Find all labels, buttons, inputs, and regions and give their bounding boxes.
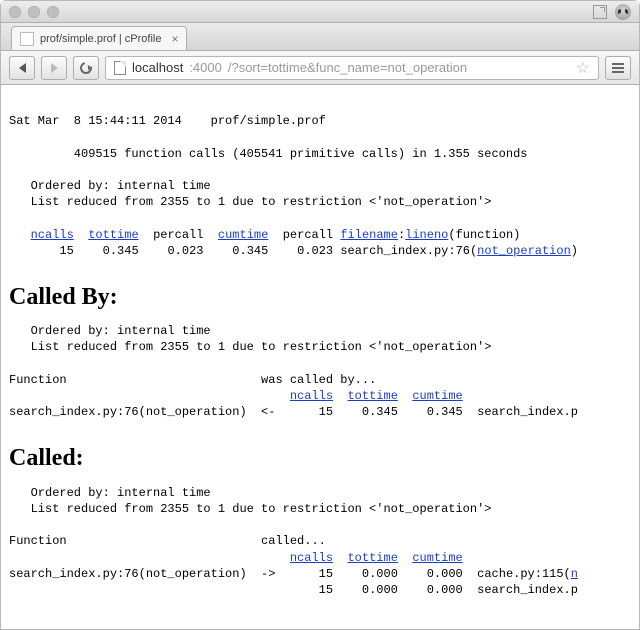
called-col-cumtime[interactable]: cumtime	[412, 551, 462, 565]
stats-ordered-line: Ordered by: internal time	[9, 179, 211, 193]
row-ncalls: 15	[59, 244, 73, 258]
col-header-lineno[interactable]: lineno	[405, 228, 448, 242]
called-r2-ncalls: 15	[319, 583, 333, 597]
col-header-filename[interactable]: filename	[340, 228, 398, 242]
called-by-cumtime: 0.345	[427, 405, 463, 419]
row-percall2: 0.023	[297, 244, 333, 258]
page-favicon-icon	[20, 32, 34, 46]
close-tab-icon[interactable]: ×	[171, 32, 178, 46]
called-by-heading: Called By:	[9, 281, 631, 313]
row-percall1: 0.023	[167, 244, 203, 258]
col-header-percall2: percall	[283, 228, 333, 242]
called-heading: Called:	[9, 442, 631, 474]
page-content: Sat Mar 8 15:44:11 2014 prof/simple.prof…	[1, 85, 639, 606]
called-col-ncalls[interactable]: ncalls	[290, 551, 333, 565]
stats-reduced-line: List reduced from 2355 to 1 due to restr…	[9, 195, 491, 209]
bookmark-star-icon[interactable]: ☆	[576, 58, 590, 78]
tab-title: prof/simple.prof | cProfile	[40, 33, 161, 45]
called-r2-callee: search_index.p	[477, 583, 578, 597]
row-func-link[interactable]: not_operation	[477, 244, 571, 258]
called-r1-tottime: 0.000	[362, 567, 398, 581]
window-titlebar	[1, 1, 639, 23]
called-r1-ncalls: 15	[319, 567, 333, 581]
url-port: :4000	[189, 60, 222, 75]
called-by-ordered: Ordered by: internal time	[9, 324, 211, 338]
col-header-cumtime[interactable]: cumtime	[218, 228, 268, 242]
called-by-arrow: <-	[261, 405, 275, 419]
tab-bar: prof/simple.prof | cProfile ×	[1, 23, 639, 51]
arrow-right-icon	[51, 63, 58, 73]
called-by-col-tottime[interactable]: tottime	[347, 389, 397, 403]
called-r1-cumtime: 0.000	[427, 567, 463, 581]
reload-icon	[78, 59, 94, 75]
called-func: search_index.py:76(not_operation)	[9, 567, 247, 581]
reload-button[interactable]	[73, 56, 99, 80]
called-by-caller: search_index.p	[477, 405, 578, 419]
called-ordered: Ordered by: internal time	[9, 486, 211, 500]
called-by-col-ncalls[interactable]: ncalls	[290, 389, 333, 403]
col-header-percall: percall	[153, 228, 203, 242]
called-by-col-wascalled: was called by...	[261, 373, 376, 387]
called-by-tottime: 0.345	[362, 405, 398, 419]
called-arrow: ->	[261, 567, 275, 581]
avatar-icon[interactable]	[615, 4, 631, 20]
arrow-left-icon	[19, 63, 26, 73]
zoom-window-button[interactable]	[47, 6, 59, 18]
forward-button[interactable]	[41, 56, 67, 80]
browser-tab[interactable]: prof/simple.prof | cProfile ×	[11, 26, 187, 50]
stats-date-line: Sat Mar 8 15:44:11 2014 prof/simple.prof	[9, 114, 326, 128]
called-by-func: search_index.py:76(not_operation)	[9, 405, 247, 419]
called-col-function: Function	[9, 534, 67, 548]
called-by-col-cumtime[interactable]: cumtime	[412, 389, 462, 403]
minimize-window-button[interactable]	[28, 6, 40, 18]
browser-toolbar: localhost :4000 /?sort=tottime&func_name=n…	[1, 51, 639, 85]
back-button[interactable]	[9, 56, 35, 80]
called-col-tottime[interactable]: tottime	[347, 551, 397, 565]
row-file-pre: search_index.py:76(	[340, 244, 477, 258]
called-by-reduced: List reduced from 2355 to 1 due to restr…	[9, 340, 491, 354]
col-header-function: (function)	[448, 228, 520, 242]
called-r2-cumtime: 0.000	[427, 583, 463, 597]
called-by-col-function: Function	[9, 373, 67, 387]
called-by-ncalls: 15	[319, 405, 333, 419]
row-tottime: 0.345	[103, 244, 139, 258]
address-bar[interactable]: localhost :4000 /?sort=tottime&func_name=n…	[105, 56, 599, 80]
col-header-ncalls[interactable]: ncalls	[31, 228, 74, 242]
close-window-button[interactable]	[9, 6, 21, 18]
url-host: localhost	[132, 60, 183, 75]
called-col-called: called...	[261, 534, 326, 548]
chrome-menu-button[interactable]	[605, 56, 631, 80]
called-r1-callee-pre: cache.py:115(	[477, 567, 571, 581]
row-cumtime: 0.345	[232, 244, 268, 258]
row-file-post: )	[571, 244, 578, 258]
called-reduced: List reduced from 2355 to 1 due to restr…	[9, 502, 491, 516]
url-path: /?sort=tottime&func_name=not_operation	[228, 60, 467, 75]
col-header-tottime[interactable]: tottime	[88, 228, 138, 242]
traffic-lights	[9, 6, 59, 18]
called-r2-tottime: 0.000	[362, 583, 398, 597]
stats-calls-line: 409515 function calls (405541 primitive …	[9, 147, 527, 161]
called-r1-callee-link[interactable]: n	[571, 567, 578, 581]
page-icon	[114, 61, 126, 75]
fullscreen-icon[interactable]	[593, 5, 607, 19]
